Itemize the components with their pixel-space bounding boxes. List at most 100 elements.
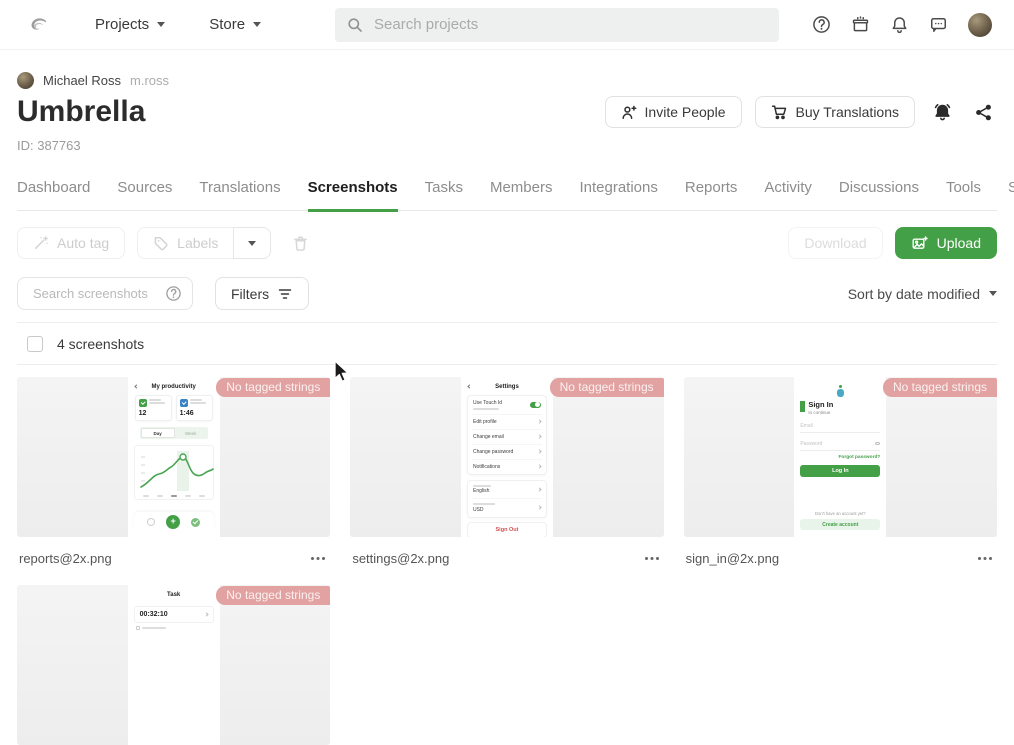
tab-translations[interactable]: Translations — [199, 179, 280, 212]
nav-store-label: Store — [209, 16, 245, 33]
tab-integrations[interactable]: Integrations — [579, 179, 657, 212]
tab-members[interactable]: Members — [490, 179, 553, 212]
screenshot-filename: sign_in@2x.png — [686, 551, 779, 566]
filter-row: Filters Sort by date modified — [17, 277, 997, 310]
no-tagged-strings-badge: No tagged strings — [216, 586, 330, 605]
screenshot-card-reports: My productivity 12 1:46 — [17, 377, 330, 567]
done-icon — [191, 518, 200, 527]
thumb-phone-mockup: Task 00:32:10 — [128, 585, 220, 745]
download-button[interactable]: Download — [788, 227, 882, 259]
chevron-right-icon — [537, 487, 541, 491]
navbar-right — [812, 13, 992, 37]
tab-activity[interactable]: Activity — [764, 179, 812, 212]
chevron-down-icon — [157, 22, 165, 27]
labels-dropdown-button[interactable] — [233, 227, 271, 259]
thumb-chart — [134, 445, 214, 500]
tag-icon — [153, 235, 169, 251]
screenshot-card-signin: Sign In to continue Email Password Forgo… — [684, 377, 997, 567]
page-content: Michael Ross m.ross Umbrella Invite Peop… — [0, 72, 1014, 745]
nav-store[interactable]: Store — [209, 16, 261, 33]
add-icon: + — [166, 515, 180, 529]
filters-button[interactable]: Filters — [215, 277, 309, 310]
chevron-right-icon — [537, 434, 541, 438]
chevron-right-icon — [537, 506, 541, 510]
screenshot-card-task: Task 00:32:10 No tagged strings — [17, 585, 330, 745]
cart-icon — [771, 104, 788, 120]
upload-button[interactable]: Upload — [895, 227, 997, 259]
search-icon — [347, 17, 363, 33]
screenshot-thumbnail[interactable]: Sign In to continue Email Password Forgo… — [684, 377, 997, 537]
tab-discussions[interactable]: Discussions — [839, 179, 919, 212]
buy-translations-button[interactable]: Buy Translations — [755, 96, 916, 128]
card-menu-button[interactable] — [642, 554, 662, 563]
nav-projects[interactable]: Projects — [95, 16, 165, 33]
person-add-icon — [621, 105, 637, 120]
toolbar-right: Download Upload — [788, 227, 997, 259]
chevron-down-icon — [248, 241, 256, 246]
clock-icon — [180, 399, 188, 407]
project-id: ID: 387763 — [17, 138, 997, 153]
thumb-title: Task — [167, 592, 180, 598]
tab-tools[interactable]: Tools — [946, 179, 981, 212]
chevron-right-icon — [537, 449, 541, 453]
magic-wand-icon — [33, 235, 49, 251]
tab-reports[interactable]: Reports — [685, 179, 738, 212]
help-icon[interactable] — [812, 15, 831, 34]
page-title: Umbrella — [17, 95, 145, 129]
auto-tag-button[interactable]: Auto tag — [17, 227, 125, 259]
screenshot-thumbnail[interactable]: Settings Use Touch Id Edit profile Chang… — [350, 377, 663, 537]
screenshots-grid: My productivity 12 1:46 — [17, 377, 997, 745]
screenshot-search-input[interactable] — [31, 285, 159, 302]
no-tagged-strings-badge: No tagged strings — [550, 378, 664, 397]
selection-row: 4 screenshots — [17, 323, 997, 365]
card-menu-button[interactable] — [975, 554, 995, 563]
screenshot-thumbnail[interactable]: Task 00:32:10 No tagged strings — [17, 585, 330, 745]
title-actions: Invite People Buy Translations — [605, 96, 997, 128]
auto-tag-label: Auto tag — [57, 235, 109, 251]
screenshot-thumbnail[interactable]: My productivity 12 1:46 — [17, 377, 330, 537]
image-upload-icon — [911, 235, 928, 251]
global-search-input[interactable] — [372, 15, 767, 34]
back-icon — [467, 384, 471, 388]
chevron-right-icon — [537, 464, 541, 468]
notifications-bell-icon[interactable] — [890, 15, 909, 34]
card-menu-button[interactable] — [308, 554, 328, 563]
delete-trash-icon[interactable] — [292, 235, 309, 252]
screenshots-toolbar: Auto tag Labels — [17, 227, 997, 259]
thumb-phone-mockup: Sign In to continue Email Password Forgo… — [794, 377, 886, 537]
tab-settings[interactable]: Settings — [1008, 179, 1014, 212]
owner-name: Michael Ross — [43, 73, 121, 88]
project-tabs: Dashboard Sources Translations Screensho… — [17, 179, 997, 211]
thumb-title: Settings — [495, 384, 519, 390]
share-icon[interactable] — [970, 99, 997, 126]
screenshot-filename: reports@2x.png — [19, 551, 112, 566]
owner-avatar — [17, 72, 34, 89]
watch-bell-icon[interactable] — [928, 98, 957, 127]
sort-dropdown[interactable]: Sort by date modified — [848, 286, 997, 302]
chevron-down-icon — [989, 291, 997, 296]
user-avatar[interactable] — [968, 13, 992, 37]
invite-people-label: Invite People — [645, 104, 726, 120]
tab-dashboard[interactable]: Dashboard — [17, 179, 90, 212]
labels-button-group: Labels — [137, 227, 271, 259]
top-navbar: Projects Store — [0, 0, 1014, 50]
labels-button[interactable]: Labels — [137, 227, 233, 259]
tab-screenshots[interactable]: Screenshots — [308, 179, 398, 212]
whats-new-gift-icon[interactable] — [851, 15, 870, 34]
sort-label: Sort by date modified — [848, 286, 980, 302]
title-row: Umbrella Invite People — [17, 95, 997, 129]
select-all-checkbox[interactable] — [27, 336, 43, 352]
no-tagged-strings-badge: No tagged strings — [216, 378, 330, 397]
project-owner[interactable]: Michael Ross m.ross — [17, 72, 997, 89]
crowdin-logo-icon[interactable] — [25, 12, 51, 38]
screenshot-search[interactable] — [17, 277, 193, 310]
thumb-title: My productivity — [151, 384, 195, 390]
messages-icon[interactable] — [929, 15, 948, 34]
invite-people-button[interactable]: Invite People — [605, 96, 742, 128]
global-search[interactable] — [335, 8, 779, 42]
owner-username: m.ross — [130, 73, 169, 88]
help-circle-icon[interactable] — [165, 285, 182, 302]
chevron-down-icon — [253, 22, 261, 27]
tab-tasks[interactable]: Tasks — [425, 179, 463, 212]
tab-sources[interactable]: Sources — [117, 179, 172, 212]
